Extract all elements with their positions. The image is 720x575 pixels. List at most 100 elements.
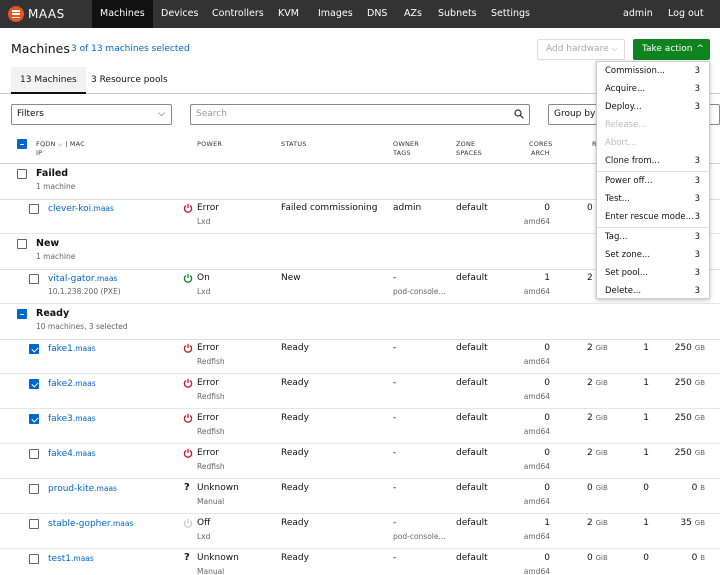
power-state[interactable]: Error <box>197 203 219 214</box>
machine-zone[interactable]: default <box>456 518 488 529</box>
table-row[interactable]: fake1.maas Error Redfish Ready - default 0 amd6… <box>0 339 720 374</box>
machine-fqdn[interactable]: fake1.maas <box>48 343 96 355</box>
row-checkbox[interactable] <box>29 554 39 564</box>
menu-item[interactable]: Commission... 3 <box>597 62 709 80</box>
machine-owner: - <box>393 378 397 388</box>
group-checkbox[interactable] <box>17 169 27 179</box>
menu-item-label: Test... <box>605 194 630 204</box>
table-row[interactable]: fake4.maas Error Redfish Ready - default 0 amd6… <box>0 444 720 479</box>
table-row[interactable]: stable-gopher.maas Off Lxd Ready - pod-consol… <box>0 514 720 549</box>
machine-fqdn[interactable]: fake4.maas <box>48 448 96 460</box>
machine-fqdn[interactable]: fake3.maas <box>48 413 96 425</box>
machine-storage: 250 GB <box>674 448 705 458</box>
menu-item[interactable]: Test... 3 <box>597 190 709 208</box>
machine-fqdn[interactable]: vital-gator.maas <box>48 273 117 285</box>
nav-machines[interactable]: Machines <box>92 0 153 28</box>
row-checkbox[interactable] <box>29 519 39 529</box>
menu-item[interactable]: Set zone... 3 <box>597 246 709 264</box>
power-state[interactable]: Error <box>197 378 219 389</box>
column-owner[interactable]: OWNER <box>393 140 419 149</box>
power-state[interactable]: Unknown <box>197 483 239 494</box>
nav-devices[interactable]: Devices <box>153 0 206 28</box>
row-checkbox[interactable] <box>29 449 39 459</box>
nav-settings[interactable]: Settings <box>483 0 538 28</box>
nav-logout[interactable]: Log out <box>660 0 712 28</box>
power-state[interactable]: On <box>197 273 210 284</box>
column-zone[interactable]: ZONE <box>456 140 475 149</box>
row-checkbox[interactable] <box>29 484 39 494</box>
machine-fqdn[interactable]: fake2.maas <box>48 378 96 390</box>
machine-hostname[interactable]: fake3 <box>48 414 73 424</box>
menu-item[interactable]: Enter rescue mode... 3 <box>597 208 709 226</box>
power-state[interactable]: Error <box>197 343 219 354</box>
nav-kvm[interactable]: KVM <box>270 0 307 28</box>
machine-arch: amd64 <box>523 427 550 436</box>
machine-hostname[interactable]: stable-gopher <box>48 519 111 529</box>
machine-hostname[interactable]: clever-koi <box>48 204 91 214</box>
machine-zone[interactable]: default <box>456 273 488 284</box>
machine-fqdn[interactable]: stable-gopher.maas <box>48 518 133 530</box>
machine-hostname[interactable]: fake1 <box>48 344 73 354</box>
nav-controllers[interactable]: Controllers <box>204 0 272 28</box>
filters-dropdown[interactable]: Filters ⌵ <box>11 104 172 125</box>
table-row[interactable]: fake2.maas Error Redfish Ready - default 0 amd6… <box>0 374 720 409</box>
row-checkbox[interactable] <box>29 414 39 424</box>
machine-zone[interactable]: default <box>456 203 488 214</box>
machine-zone[interactable]: default <box>456 378 488 389</box>
row-checkbox[interactable] <box>29 274 39 284</box>
row-checkbox[interactable] <box>29 379 39 389</box>
machine-hostname[interactable]: test1 <box>48 554 71 564</box>
machine-zone[interactable]: default <box>456 483 488 494</box>
table-row[interactable]: proud-kite.maas? Unknown Manual Ready - defau… <box>0 479 720 514</box>
power-state[interactable]: Error <box>197 413 219 424</box>
menu-item[interactable]: Set pool... 3 <box>597 264 709 282</box>
tab-machines[interactable]: 13 Machines <box>11 67 86 94</box>
take-action-button[interactable]: Take action ^ <box>633 39 710 60</box>
nav-user[interactable]: admin <box>615 0 661 28</box>
table-row[interactable]: test1.maas? Unknown Manual Ready - default 0 am… <box>0 549 720 575</box>
select-all-checkbox[interactable] <box>17 139 27 149</box>
menu-item[interactable]: Delete... 3 <box>597 282 709 300</box>
machine-zone[interactable]: default <box>456 448 488 459</box>
power-state[interactable]: Off <box>197 518 210 529</box>
machine-fqdn[interactable]: proud-kite.maas <box>48 483 117 495</box>
add-hardware-button[interactable]: Add hardware ⌵ <box>537 39 625 60</box>
machine-hostname[interactable]: proud-kite <box>48 484 94 494</box>
row-checkbox[interactable] <box>29 204 39 214</box>
column-status[interactable]: STATUS <box>281 140 307 149</box>
group-checkbox[interactable] <box>17 239 27 249</box>
machine-fqdn[interactable]: test1.maas <box>48 553 94 565</box>
machine-cores: 0 <box>544 203 550 213</box>
menu-item[interactable]: Clone from... 3 <box>597 152 709 170</box>
menu-item[interactable]: Acquire... 3 <box>597 80 709 98</box>
power-icon <box>183 413 193 423</box>
machine-zone[interactable]: default <box>456 413 488 424</box>
power-state[interactable]: Error <box>197 448 219 459</box>
machine-zone[interactable]: default <box>456 343 488 354</box>
machine-hostname[interactable]: fake2 <box>48 379 73 389</box>
nav-images[interactable]: Images <box>310 0 361 28</box>
column-cores[interactable]: CORES <box>529 140 552 149</box>
menu-item[interactable]: Deploy... 3 <box>597 98 709 116</box>
nav-dns[interactable]: DNS <box>359 0 395 28</box>
selection-count[interactable]: 3 of 13 machines selected <box>71 44 190 54</box>
group-checkbox[interactable] <box>17 309 27 319</box>
machine-hostname[interactable]: fake4 <box>48 449 73 459</box>
machine-fqdn[interactable]: clever-koi.maas <box>48 203 114 215</box>
chevron-down-icon: ⌵ <box>611 44 618 54</box>
row-checkbox[interactable] <box>29 344 39 354</box>
nav-subnets[interactable]: Subnets <box>430 0 485 28</box>
menu-item[interactable]: Tag... 3 <box>597 228 709 246</box>
machine-zone[interactable]: default <box>456 553 488 564</box>
search-input[interactable]: Search <box>190 104 530 125</box>
column-fqdn[interactable]: FQDN ⌵ | MAC <box>36 140 85 149</box>
power-type: Manual <box>197 497 225 506</box>
machine-storage: 0 B <box>691 553 705 563</box>
nav-azs[interactable]: AZs <box>396 0 430 28</box>
menu-item[interactable]: Power off... 3 <box>597 172 709 190</box>
machine-hostname[interactable]: vital-gator <box>48 274 95 284</box>
column-power[interactable]: POWER <box>197 140 222 149</box>
power-state[interactable]: Unknown <box>197 553 239 564</box>
table-row[interactable]: fake3.maas Error Redfish Ready - default 0 amd6… <box>0 409 720 444</box>
tab-resource-pools[interactable]: 3 Resource pools <box>82 67 177 94</box>
